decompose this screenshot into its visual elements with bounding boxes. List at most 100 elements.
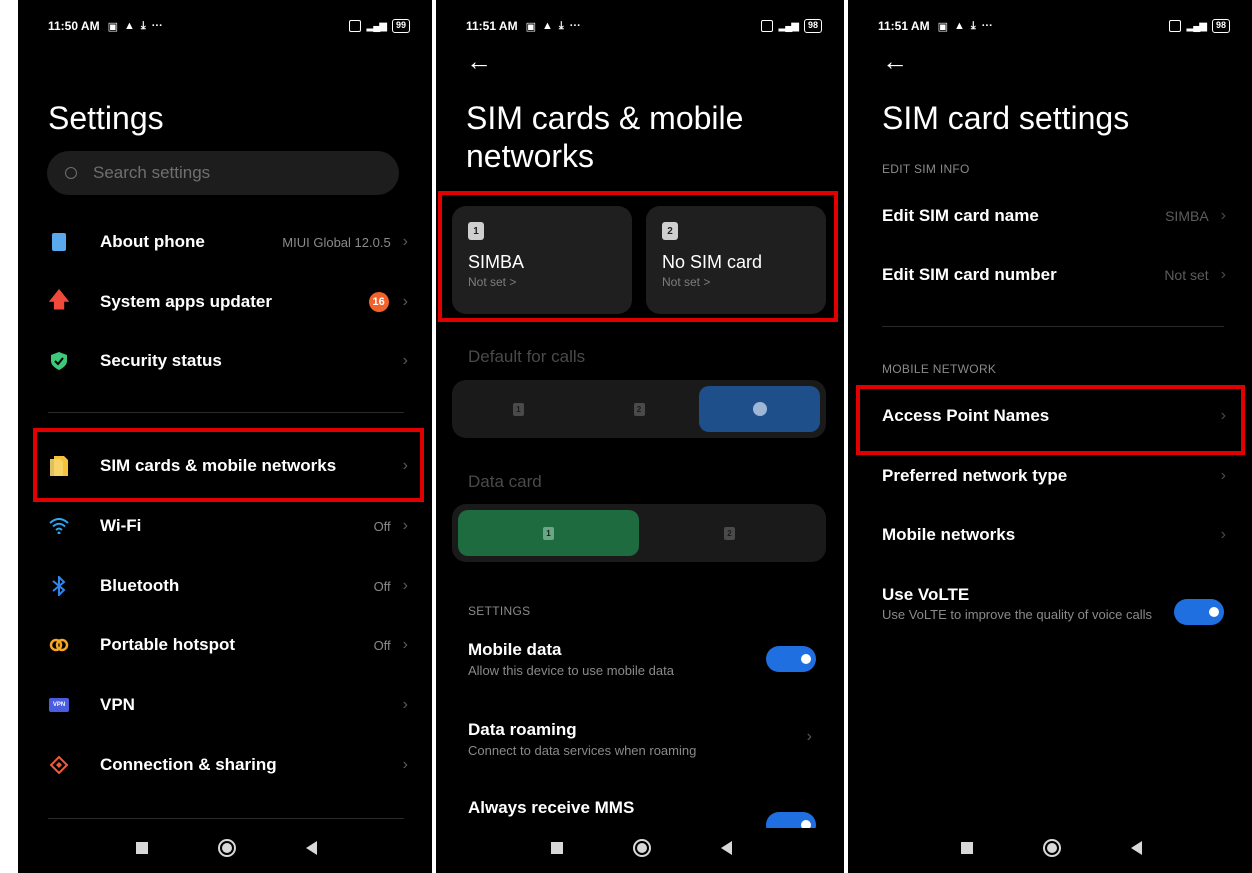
- settings-item-system-apps-updater[interactable]: 🡅 System apps updater 16 ›: [48, 272, 408, 332]
- chevron-right-icon: ›: [402, 293, 408, 310]
- item-label: Wi-Fi: [100, 516, 142, 535]
- signal-icon: ▂▄▆: [366, 20, 387, 32]
- settings-item-vpn[interactable]: VPN VPN ›: [48, 675, 408, 735]
- arrow-up-icon: 🡅: [47, 287, 71, 312]
- data-card-selector[interactable]: 1 2: [452, 504, 826, 562]
- chevron-right-icon: ›: [402, 756, 408, 773]
- recents-button[interactable]: [550, 842, 563, 854]
- status-time: 11:50 AM: [48, 19, 100, 33]
- settings-item-portable-hotspot[interactable]: Portable hotspot Off ›: [48, 615, 408, 675]
- recents-button[interactable]: [960, 842, 973, 854]
- edit-sim-name-label: Edit SIM card name: [882, 206, 1039, 225]
- download-icon: ⤓: [140, 19, 146, 32]
- battery-icon: 99: [391, 19, 410, 33]
- item-value: Off: [373, 637, 391, 653]
- back-button[interactable]: [720, 841, 732, 855]
- data-sim-1-option[interactable]: 1: [458, 510, 639, 556]
- default-calls-label: Default for calls: [468, 347, 586, 366]
- nav-bar: [20, 823, 432, 873]
- data-roaming-subtitle: Connect to data services when roaming: [468, 743, 697, 758]
- mobile-data-toggle[interactable]: [766, 646, 816, 672]
- vpn-icon: VPN: [48, 694, 70, 716]
- page-title-line1: SIM cards & mobile: [466, 100, 744, 136]
- mobile-data-row[interactable]: Mobile data Allow this device to use mob…: [468, 640, 816, 690]
- edit-sim-number-value: Not set: [1164, 267, 1209, 283]
- back-button[interactable]: [1130, 841, 1142, 855]
- edit-sim-card-name-row[interactable]: Edit SIM card name SIMBA ›: [882, 186, 1226, 246]
- battery-icon: 98: [1211, 19, 1230, 33]
- item-label: Bluetooth: [100, 576, 180, 595]
- chevron-right-icon: ›: [806, 728, 812, 745]
- download-icon: ⤓: [558, 19, 564, 32]
- chevron-right-icon: ›: [1220, 526, 1226, 543]
- sim-1-chip-icon: 1: [543, 526, 554, 540]
- update-count-badge: 16: [368, 292, 389, 312]
- sim-status-icon: [348, 20, 361, 32]
- settings-item-bluetooth[interactable]: Bluetooth Off ›: [48, 556, 408, 616]
- default-calls-selector[interactable]: 1 2: [452, 380, 826, 438]
- volte-toggle[interactable]: [1174, 599, 1224, 625]
- warning-icon: ▲: [954, 20, 965, 32]
- settings-item-security-status[interactable]: Security status ›: [48, 331, 408, 391]
- home-button[interactable]: [217, 839, 236, 857]
- chevron-right-icon: ›: [1220, 266, 1226, 283]
- recents-button[interactable]: [135, 842, 148, 854]
- nav-bar: [850, 823, 1252, 873]
- chevron-right-icon: ›: [402, 696, 408, 713]
- highlight-box-sim-cards: [438, 191, 838, 322]
- home-button[interactable]: [1042, 839, 1061, 857]
- edit-sim-number-label: Edit SIM card number: [882, 265, 1057, 284]
- use-volte-row[interactable]: Use VoLTE Use VoLTE to improve the quali…: [882, 585, 1224, 645]
- data-card-label: Data card: [468, 472, 542, 491]
- nav-bar: [438, 823, 844, 873]
- chevron-right-icon: ›: [402, 517, 408, 534]
- volte-subtitle: Use VoLTE to improve the quality of voic…: [882, 607, 1152, 622]
- mobile-network-header: MOBILE NETWORK: [882, 362, 997, 376]
- search-input[interactable]: Search settings: [47, 151, 399, 195]
- settings-item-about-phone[interactable]: About phone MIUI Global 12.0.5 ›: [48, 212, 408, 272]
- calls-sim-2-option[interactable]: 2: [579, 386, 700, 432]
- page-title-line2: networks: [466, 138, 595, 174]
- preferred-network-type-row[interactable]: Preferred network type ›: [882, 446, 1226, 506]
- settings-item-wifi[interactable]: Wi-Fi Off ›: [48, 496, 408, 556]
- mms-title: Always receive MMS: [468, 798, 635, 817]
- status-bar: 11:50 AM ▣ ▲ ⤓ ··· ▂▄▆ 99: [48, 16, 410, 36]
- more-icon: ···: [151, 20, 163, 32]
- data-roaming-row[interactable]: Data roaming Connect to data services wh…: [468, 720, 816, 770]
- data-sim-2-option[interactable]: 2: [639, 510, 820, 556]
- signal-icon: ▂▄▆: [778, 20, 799, 32]
- wifi-icon: [48, 515, 70, 537]
- home-button[interactable]: [632, 839, 651, 857]
- disabled-icon: [752, 402, 767, 416]
- calls-ask-option[interactable]: [699, 386, 821, 432]
- item-label: VPN: [100, 695, 135, 714]
- phone-icon: [48, 231, 70, 253]
- item-label: Portable hotspot: [100, 635, 236, 654]
- chevron-right-icon: ›: [1220, 207, 1226, 224]
- settings-item-connection-sharing[interactable]: Connection & sharing ›: [48, 735, 408, 795]
- volte-title: Use VoLTE: [882, 585, 970, 604]
- preferred-network-label: Preferred network type: [882, 466, 1068, 485]
- back-arrow-icon[interactable]: ←: [882, 48, 908, 74]
- battery-icon: 98: [803, 19, 822, 33]
- signal-icon: ▂▄▆: [1186, 20, 1207, 32]
- sim-status-icon: [1168, 20, 1181, 32]
- sim-2-chip-icon: 2: [633, 402, 645, 416]
- back-arrow-icon[interactable]: ←: [466, 48, 492, 74]
- chevron-right-icon: ›: [402, 577, 408, 594]
- edit-sim-card-number-row[interactable]: Edit SIM card number Not set ›: [882, 245, 1226, 305]
- status-time: 11:51 AM: [878, 19, 930, 33]
- divider: [48, 412, 404, 413]
- divider: [882, 326, 1224, 327]
- back-button[interactable]: [305, 841, 317, 855]
- edit-sim-info-header: EDIT SIM INFO: [882, 162, 970, 176]
- highlight-box-sim-cards: [33, 428, 424, 502]
- chevron-right-icon: ›: [402, 233, 408, 250]
- notification-icon: ▣: [107, 20, 118, 33]
- download-icon: ⤓: [970, 19, 976, 32]
- item-label: Connection & sharing: [100, 755, 277, 774]
- item-value: Off: [373, 518, 391, 534]
- mobile-networks-row[interactable]: Mobile networks ›: [882, 505, 1226, 565]
- calls-sim-1-option[interactable]: 1: [458, 386, 579, 432]
- sim-1-chip-icon: 1: [512, 402, 524, 416]
